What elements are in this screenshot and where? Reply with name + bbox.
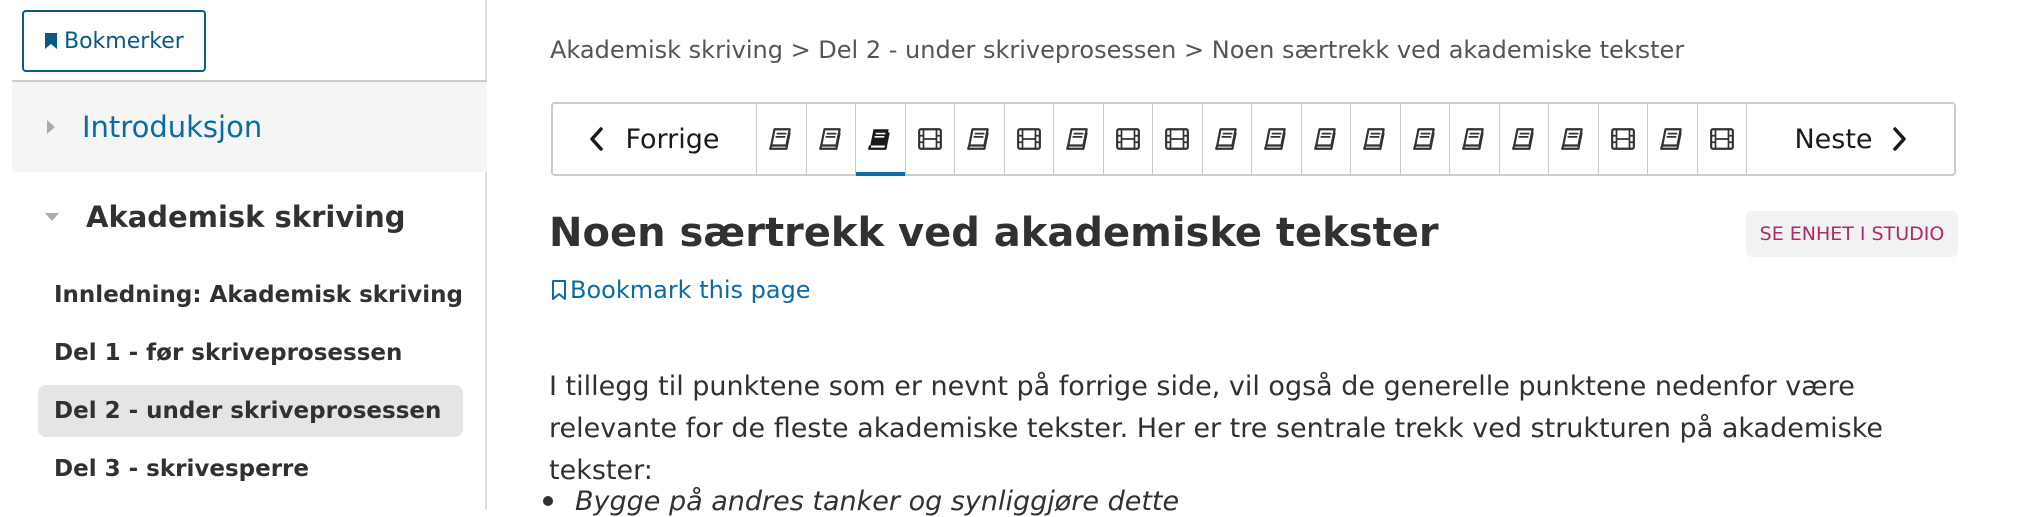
sequence-item-8[interactable] (1104, 104, 1153, 174)
chevron-right-icon (1892, 127, 1906, 151)
book-icon (1214, 128, 1237, 150)
book-icon (1264, 128, 1286, 150)
book-icon (769, 128, 791, 150)
view-in-studio-button[interactable]: SE ENHET I STUDIO (1746, 211, 1958, 257)
sequence-navigation: Forrige Neste (551, 102, 1956, 176)
book-icon (818, 128, 841, 150)
previous-button-label: Forrige (625, 123, 720, 155)
sidebar-item-del-3[interactable]: Del 3 - skrivesperre (38, 443, 463, 495)
sequence-item-19[interactable] (1648, 104, 1698, 174)
book-icon (1511, 128, 1534, 150)
book-icon (1363, 128, 1385, 150)
book-icon (1561, 128, 1583, 150)
bookmarks-button[interactable]: Bokmerker (22, 10, 206, 72)
book-icon (1313, 128, 1336, 150)
video-icon (1709, 128, 1734, 150)
sidebar-item-del-2[interactable]: Del 2 - under skriveprosessen (38, 385, 463, 437)
book-icon (868, 129, 890, 150)
book-icon (1462, 128, 1484, 150)
video-icon (917, 128, 942, 150)
sidebar-section-akademisk-skriving[interactable]: Akademisk skriving (12, 172, 487, 262)
book-icon (1066, 128, 1088, 150)
sequence-item-16[interactable] (1500, 104, 1549, 174)
sequence-item-5[interactable] (955, 104, 1005, 174)
sequence-items (757, 104, 1747, 176)
sidebar-item-label: Del 2 - under skriveprosessen (54, 398, 442, 424)
sequence-item-18[interactable] (1599, 104, 1648, 174)
sequence-item-1[interactable] (757, 104, 807, 174)
sidebar-section-label: Akademisk skriving (86, 200, 406, 234)
book-icon (1412, 128, 1435, 150)
sequence-item-2[interactable] (807, 104, 856, 174)
video-icon (1610, 128, 1635, 150)
previous-button[interactable]: Forrige (553, 104, 757, 174)
intro-paragraph: I tillegg til punktene som er nevnt på f… (549, 371, 1883, 486)
sequence-item-17[interactable] (1549, 104, 1599, 174)
bullet-item: Bygge på andres tanker og synliggjøre de… (575, 486, 1180, 517)
sidebar-item-label: Innledning: Akademisk skriving (54, 282, 464, 308)
sidebar-item-innledning[interactable]: Innledning: Akademisk skriving (38, 269, 463, 321)
sequence-item-10[interactable] (1203, 104, 1252, 174)
sequence-item-13[interactable] (1351, 104, 1401, 174)
caret-down-icon (45, 213, 59, 221)
sidebar-item-label: Del 1 - før skriveprosessen (54, 340, 403, 366)
sequence-item-14[interactable] (1401, 104, 1450, 174)
sidebar-section-label: Introduksjon (82, 110, 263, 144)
bookmark-icon (45, 33, 57, 49)
sequence-item-11[interactable] (1252, 104, 1302, 174)
breadcrumb: Akademisk skriving > Del 2 - under skriv… (550, 36, 1685, 64)
next-button[interactable]: Neste (1747, 104, 1954, 174)
sequence-item-4[interactable] (906, 104, 955, 174)
book-icon (1660, 128, 1682, 150)
next-button-label: Neste (1794, 123, 1873, 155)
sequence-item-3[interactable] (856, 104, 906, 176)
book-icon (967, 128, 989, 150)
sequence-item-12[interactable] (1302, 104, 1351, 174)
sequence-item-7[interactable] (1054, 104, 1104, 174)
caret-right-icon (47, 120, 55, 134)
chevron-left-icon (590, 127, 604, 151)
bookmark-page-label: Bookmark this page (570, 276, 811, 304)
sidebar-item-label: Del 3 - skrivesperre (54, 456, 309, 482)
sequence-item-20[interactable] (1698, 104, 1747, 174)
video-icon (1115, 128, 1140, 150)
bookmark-page-link[interactable]: Bookmark this page (551, 276, 811, 304)
sidebar-item-del-1[interactable]: Del 1 - før skriveprosessen (38, 327, 463, 379)
bullet-marker (543, 496, 553, 506)
sequence-item-6[interactable] (1005, 104, 1054, 174)
video-icon (1165, 128, 1190, 150)
bookmarks-button-label: Bokmerker (64, 28, 184, 54)
unit-title: Noen særtrekk ved akademiske tekster (549, 210, 1439, 256)
course-sidebar: Bokmerker Introduksjon Akademisk skrivin… (0, 0, 487, 510)
video-icon (1016, 128, 1041, 150)
sequence-item-15[interactable] (1450, 104, 1500, 174)
bookmark-outline-icon (552, 280, 566, 300)
sidebar-section-introduksjon[interactable]: Introduksjon (12, 82, 487, 172)
sequence-item-9[interactable] (1153, 104, 1203, 174)
